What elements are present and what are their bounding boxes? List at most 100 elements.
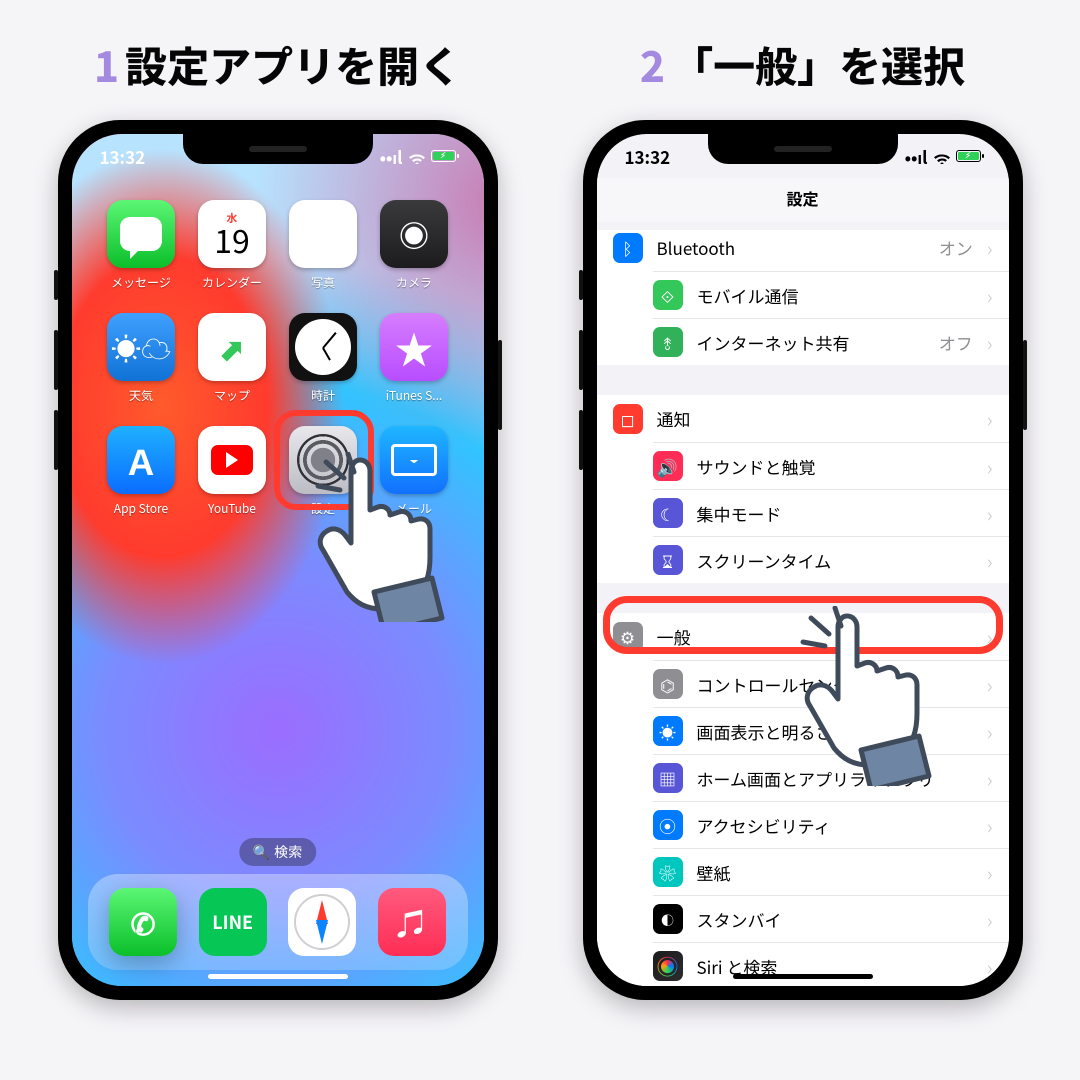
- app-itunes-store[interactable]: ★ iTunes S...: [369, 313, 460, 404]
- app-weather[interactable]: ☀︎☁︎ 天気: [96, 313, 187, 404]
- app-label: カメラ: [396, 274, 432, 291]
- app-label: YouTube: [208, 500, 256, 517]
- phone-notch: [183, 134, 373, 164]
- chevron-right-icon: ›: [987, 622, 993, 651]
- row-display[interactable]: ☀︎ 画面表示と明るさ ›: [653, 707, 1009, 754]
- siri-icon: ◉: [653, 951, 683, 981]
- app-label: カレンダー: [202, 274, 262, 291]
- accessibility-icon: ⦿: [653, 810, 683, 840]
- photos-icon: ✳︎: [308, 208, 338, 260]
- row-wallpaper[interactable]: ❀ 壁紙 ›: [653, 848, 1009, 895]
- row-notifications[interactable]: ◻︎ 通知 ›: [597, 395, 1009, 442]
- compass-icon: [294, 894, 350, 950]
- app-calendar[interactable]: 水 19 カレンダー: [187, 200, 278, 291]
- chevron-right-icon: ›: [987, 811, 993, 840]
- dock-app-line[interactable]: LINE: [199, 888, 267, 956]
- row-label: モバイル通信: [697, 283, 973, 308]
- row-label: アクセシビリティ: [697, 813, 973, 838]
- music-icon: ♫: [397, 900, 427, 944]
- app-youtube[interactable]: YouTube: [187, 426, 278, 517]
- app-camera[interactable]: ◉ カメラ: [369, 200, 460, 291]
- youtube-icon: [211, 445, 253, 475]
- row-value: オン: [939, 235, 973, 260]
- grid-icon: ▦: [653, 763, 683, 793]
- row-label: Bluetooth: [657, 235, 925, 260]
- calendar-day-number: 19: [214, 224, 250, 256]
- camera-icon: ◉: [399, 212, 429, 256]
- chevron-right-icon: ›: [987, 233, 993, 262]
- dock-app-phone[interactable]: ✆: [109, 888, 177, 956]
- phone-frame-left: 13:32 ••ıl ⚡︎ メッセージ: [58, 120, 498, 1000]
- app-label: 設定: [311, 500, 335, 517]
- app-photos[interactable]: ✳︎ 写真: [278, 200, 369, 291]
- phone-volume-up: [579, 330, 583, 390]
- row-standby[interactable]: ◐ スタンバイ ›: [653, 895, 1009, 942]
- step1-number: 1: [94, 40, 119, 90]
- status-time: 13:32: [100, 144, 146, 169]
- app-appstore[interactable]: Ａ App Store: [96, 426, 187, 517]
- search-label: 検索: [274, 842, 302, 862]
- line-icon: LINE: [212, 909, 253, 935]
- app-mail[interactable]: メール: [369, 426, 460, 517]
- chevron-right-icon: ›: [987, 717, 993, 746]
- row-label: コントロールセンター: [697, 672, 973, 697]
- row-general[interactable]: ⚙︎ 一般 ›: [597, 613, 1009, 660]
- star-icon: ★: [395, 320, 433, 375]
- chevron-right-icon: ›: [987, 670, 993, 699]
- row-hotspot[interactable]: ⥉ インターネット共有 オフ ›: [653, 318, 1009, 365]
- wifi-icon: [933, 144, 951, 169]
- row-label: スクリーンタイム: [697, 548, 973, 573]
- chevron-right-icon: ›: [987, 858, 993, 887]
- app-maps[interactable]: ⬈ マップ: [187, 313, 278, 404]
- row-accessibility[interactable]: ⦿ アクセシビリティ ›: [653, 801, 1009, 848]
- row-focus[interactable]: ☾ 集中モード ›: [653, 489, 1009, 536]
- phone-icon: ✆: [131, 900, 156, 944]
- row-bluetooth[interactable]: ᛒ Bluetooth オン ›: [597, 230, 1009, 271]
- brightness-icon: ☀︎: [653, 716, 683, 746]
- dock-app-music[interactable]: ♫: [378, 888, 446, 956]
- row-value: オフ: [939, 330, 973, 355]
- switches-icon: ⌬: [653, 669, 683, 699]
- hourglass-icon: ⌛︎: [653, 545, 683, 575]
- chevron-right-icon: ›: [987, 452, 993, 481]
- home-screen[interactable]: 13:32 ••ıl ⚡︎ メッセージ: [72, 134, 484, 986]
- app-label: マップ: [214, 387, 250, 404]
- dock: ✆ LINE ♫: [88, 874, 468, 970]
- row-home-screen[interactable]: ▦ ホーム画面とアプリライブラリ ›: [653, 754, 1009, 801]
- maps-icon: ⬈: [219, 325, 244, 369]
- chevron-right-icon: ›: [987, 499, 993, 528]
- speaker-icon: 🔊: [653, 451, 683, 481]
- phone-volume-down: [579, 410, 583, 470]
- app-label: メール: [396, 500, 432, 517]
- speech-bubble-icon: [120, 217, 162, 251]
- moon-icon: ☾: [653, 498, 683, 528]
- app-messages[interactable]: メッセージ: [96, 200, 187, 291]
- chevron-right-icon: ›: [987, 764, 993, 793]
- row-sounds[interactable]: 🔊 サウンドと触覚 ›: [653, 442, 1009, 489]
- row-control-center[interactable]: ⌬ コントロールセンター ›: [653, 660, 1009, 707]
- hotspot-icon: ⥉: [653, 327, 683, 357]
- app-clock[interactable]: 時計: [278, 313, 369, 404]
- home-indicator[interactable]: [208, 974, 348, 979]
- settings-screen[interactable]: 13:32 ••ıl ⚡︎ 設定 ᛒ Bl: [597, 134, 1009, 986]
- app-label: 時計: [311, 387, 335, 404]
- gear-icon: ⚙︎: [613, 622, 643, 652]
- app-label: 天気: [129, 387, 153, 404]
- row-label: スタンバイ: [697, 907, 973, 932]
- envelope-icon: [391, 444, 437, 476]
- row-screentime[interactable]: ⌛︎ スクリーンタイム ›: [653, 536, 1009, 583]
- phone-mute-switch: [579, 270, 583, 300]
- step2-title: 「一般」を選択: [671, 40, 965, 90]
- app-label: メッセージ: [111, 274, 171, 291]
- app-settings[interactable]: 設定: [278, 426, 369, 517]
- status-time: 13:32: [625, 144, 671, 169]
- row-siri[interactable]: ◉ Siri と検索 ›: [653, 942, 1009, 986]
- row-label: ホーム画面とアプリライブラリ: [697, 766, 973, 791]
- phone-mute-switch: [54, 270, 58, 300]
- phone-volume-down: [54, 410, 58, 470]
- spotlight-search[interactable]: 🔍 検索: [239, 838, 316, 866]
- settings-list[interactable]: ᛒ Bluetooth オン › ⟐ モバイル通信 › ⥉ インターネット共有 …: [597, 230, 1009, 986]
- home-indicator[interactable]: [733, 974, 873, 979]
- row-mobile-data[interactable]: ⟐ モバイル通信 ›: [653, 271, 1009, 318]
- dock-app-safari[interactable]: [288, 888, 356, 956]
